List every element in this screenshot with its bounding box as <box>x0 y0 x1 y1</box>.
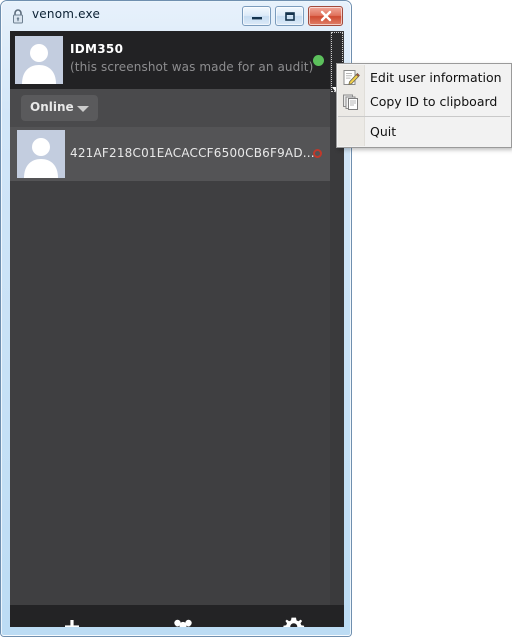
avatar <box>15 36 63 84</box>
chevron-down-icon <box>77 106 89 112</box>
window-title: venom.exe <box>32 7 101 21</box>
bottom-toolbar <box>10 605 344 627</box>
application-window: venom.exe IDM350 (this screenshot was ma… <box>0 0 352 637</box>
menu-item-label: Edit user information <box>370 70 502 85</box>
status-badge-online <box>313 55 324 66</box>
menu-separator <box>338 116 510 117</box>
list-item[interactable]: 421AF218C01EACACCF6500CB6F9AD... <box>10 127 344 181</box>
close-icon <box>309 7 342 25</box>
menu-item-edit-user-information[interactable]: Edit user information <box>337 66 511 90</box>
profile-status-message: (this screenshot was made for an audit) <box>70 60 314 74</box>
plus-icon <box>62 617 82 627</box>
copy-icon <box>342 93 360 111</box>
profile-header[interactable]: IDM350 (this screenshot was made for an … <box>10 31 344 89</box>
contact-id: 421AF218C01EACACCF6500CB6F9AD... <box>70 146 315 160</box>
title-bar[interactable]: venom.exe <box>1 1 351 31</box>
contact-list[interactable]: 421AF218C01EACACCF6500CB6F9AD... <box>10 127 344 605</box>
avatar <box>17 130 65 178</box>
menu-item-quit[interactable]: Quit <box>337 120 511 144</box>
add-contact-button[interactable] <box>16 605 127 627</box>
lock-icon <box>11 8 25 24</box>
edit-pencil-icon <box>342 69 360 87</box>
close-button[interactable] <box>308 6 343 26</box>
groups-button[interactable] <box>127 605 238 627</box>
people-icon <box>171 617 195 627</box>
client-area: IDM350 (this screenshot was made for an … <box>10 31 344 627</box>
status-badge-offline <box>313 149 322 158</box>
menu-item-label: Quit <box>370 124 397 139</box>
context-menu[interactable]: Edit user information Copy ID to clipboa… <box>336 63 512 148</box>
profile-name: IDM350 <box>70 42 124 56</box>
menu-item-label: Copy ID to clipboard <box>370 94 498 109</box>
gear-icon <box>282 616 305 627</box>
status-bar: Online <box>10 89 344 127</box>
status-dropdown[interactable]: Online <box>21 95 98 121</box>
minimize-icon <box>243 7 270 25</box>
maximize-button[interactable] <box>275 6 304 26</box>
menu-item-copy-id-to-clipboard[interactable]: Copy ID to clipboard <box>337 90 511 114</box>
status-dropdown-label: Online <box>30 100 74 114</box>
settings-button[interactable] <box>238 605 344 627</box>
maximize-icon <box>276 7 303 25</box>
minimize-button[interactable] <box>242 6 271 26</box>
